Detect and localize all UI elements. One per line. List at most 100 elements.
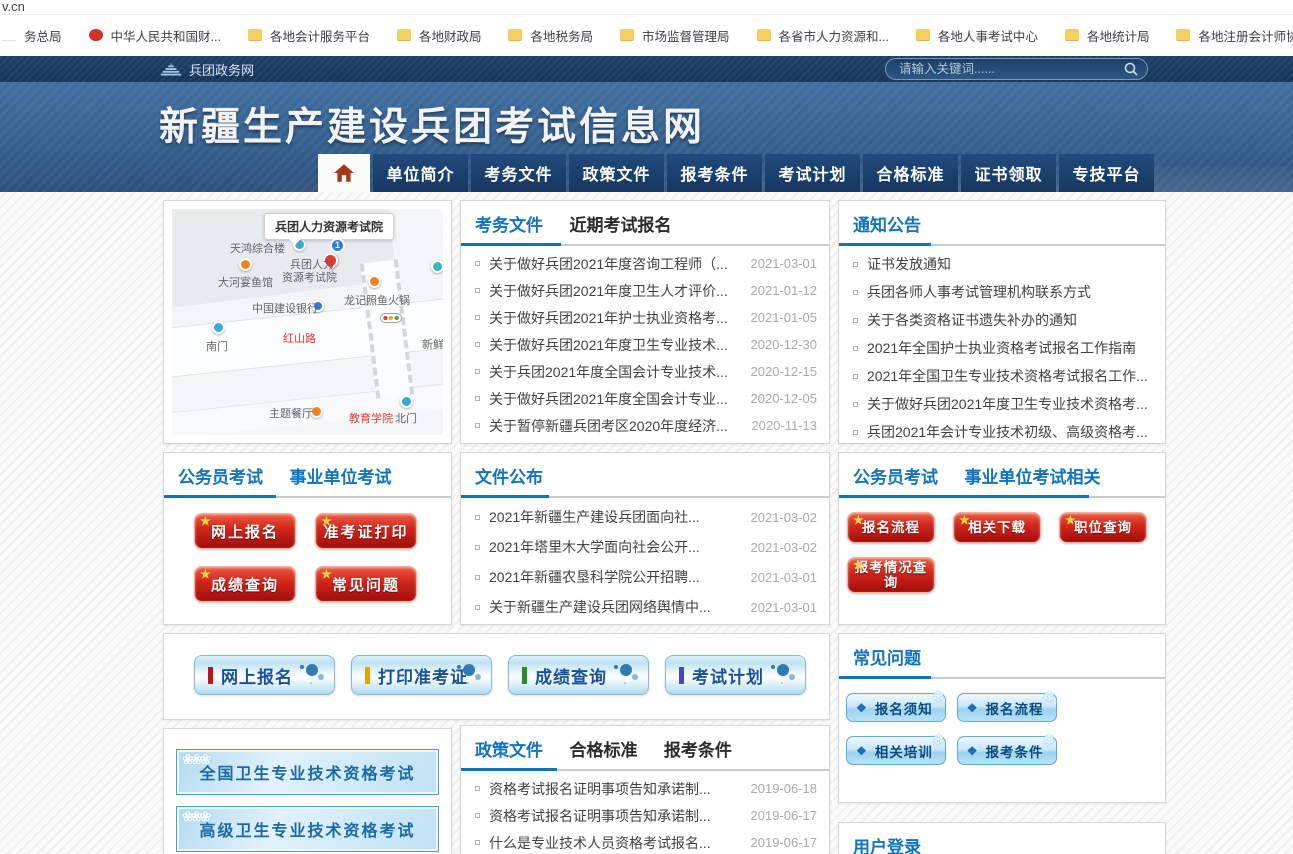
nav-tab[interactable]: 考务文件	[471, 154, 566, 192]
tab-application-requirements[interactable]: 报考条件	[664, 741, 732, 760]
red-action-button[interactable]: ★ 报名流程	[847, 512, 935, 543]
address-bar-fragment[interactable]: v.cn	[0, 0, 1293, 15]
quicklink-banner[interactable]: 考试计划	[665, 655, 806, 695]
news-item[interactable]: 关于做好兵团2021年度卫生人才评价... 2021-01-12	[461, 277, 829, 304]
search-input[interactable]	[899, 62, 1123, 76]
tab-exam-documents[interactable]: 考务文件	[475, 216, 543, 235]
faq-button[interactable]: ❖ 报考条件 ❄	[957, 736, 1057, 765]
tab-files-published[interactable]: 文件公布	[475, 468, 543, 487]
notice-item[interactable]: 证书发放通知	[839, 250, 1165, 278]
map-label: 天鸿综合楼	[230, 240, 285, 256]
policy-item[interactable]: 资格考试报名证明事项告知承诺制... 2019-06-17	[461, 802, 829, 829]
red-action-button[interactable]: ★ 准考证打印	[315, 513, 417, 549]
news-item[interactable]: 关于做好兵团2021年度全国会计专业... 2020-12-05	[461, 385, 829, 412]
tab-faq[interactable]: 常见问题	[853, 649, 921, 668]
tab-recent-registration[interactable]: 近期考试报名	[569, 216, 671, 235]
red-action-button[interactable]: ★ 常见问题	[315, 566, 417, 602]
tab-public-institution-related[interactable]: 事业单位考试相关	[964, 468, 1100, 487]
quicklink-banner[interactable]: 网上报名	[194, 655, 335, 695]
nav-home-tab[interactable]	[318, 154, 370, 192]
map-marker-icon[interactable]	[212, 321, 225, 334]
nav-tab[interactable]: 专技平台	[1059, 154, 1154, 192]
notice-item[interactable]: 兵团2021年会计专业技术初级、高级资格考...	[839, 418, 1165, 446]
browser-chrome: v.cn 务总局 中华人民共和国财... 各地会计服务平台 各地财政局	[0, 0, 1293, 56]
tab-civil-service-exam[interactable]: 公务员考试	[178, 468, 263, 487]
panel-header: 政策文件 合格标准 报考条件	[461, 726, 829, 771]
notice-item[interactable]: 关于各类资格证书遗失补办的通知	[839, 306, 1165, 334]
location-map[interactable]: 兵团人力资源考试院 1	[172, 209, 443, 435]
news-item[interactable]: 关于兵团2021年度全国会计专业技术... 2020-12-15	[461, 358, 829, 385]
health-banners: ❀❀❀ 全国卫生专业技术资格考试 ❀❀❀ 高级卫生专业技术资格考试	[164, 729, 451, 852]
map-marker-icon[interactable]	[431, 260, 443, 273]
bookmark-item[interactable]: 各地税务局	[508, 26, 593, 45]
button-label: 报名流程	[986, 698, 1044, 718]
portal-logo[interactable]: 兵团政务网	[160, 60, 254, 79]
quicklinks-panel: 网上报名 打印准考证 成绩查询 考试计划	[163, 633, 830, 720]
bookmark-item[interactable]: 各地注册会计师协会	[1176, 26, 1293, 45]
news-date: 2020-12-30	[751, 337, 818, 352]
notice-item[interactable]: 2021年全国护士执业资格考试报名工作指南	[839, 334, 1165, 362]
map-marker-icon[interactable]	[239, 258, 252, 271]
news-item[interactable]: 关于做好兵团2021年度咨询工程师（... 2021-03-01	[461, 250, 829, 277]
bookmark-folder-icon	[508, 29, 522, 41]
tab-pass-standards[interactable]: 合格标准	[569, 741, 637, 760]
news-list: 关于做好兵团2021年度咨询工程师（... 2021-03-01 关于做好兵团2…	[461, 246, 829, 439]
notice-item[interactable]: 兵团各师人事考试管理机构联系方式	[839, 278, 1165, 306]
red-action-button[interactable]: ★ 成绩查询	[194, 566, 296, 602]
button-label: 报名须知	[875, 698, 933, 718]
tab-policy-documents[interactable]: 政策文件	[475, 741, 543, 760]
tab-notices[interactable]: 通知公告	[853, 216, 921, 235]
bookmark-label: 各地统计局	[1087, 26, 1150, 45]
nav-tab[interactable]: 单位简介	[373, 154, 468, 192]
notice-item[interactable]: 2021年全国卫生专业技术资格考试报名工作...	[839, 362, 1165, 390]
nav-tab[interactable]: 考试计划	[765, 154, 860, 192]
policy-date: 2019-06-17	[751, 808, 818, 823]
faq-button[interactable]: ❖ 报名须知 ❄	[846, 693, 946, 722]
nav-tab[interactable]: 报考条件	[667, 154, 762, 192]
bookmark-item[interactable]: 各地人事考试中心	[916, 26, 1038, 45]
health-exam-banner[interactable]: ❀❀❀ 高级卫生专业技术资格考试	[176, 806, 439, 852]
red-action-button[interactable]: ★ 相关下载	[953, 512, 1041, 543]
bullet-icon	[853, 290, 858, 295]
map-panel: 兵团人力资源考试院 1	[163, 200, 452, 444]
file-item[interactable]: 关于新疆生产建设兵团网络舆情中... 2021-03-01	[461, 592, 829, 622]
tab-public-institution-exam[interactable]: 事业单位考试	[289, 468, 391, 487]
faq-button[interactable]: ❖ 相关培训 ❄	[846, 736, 946, 765]
policy-item[interactable]: 资格考试报名证明事项告知承诺制... 2019-06-18	[461, 775, 829, 802]
map-label: 龙记照鱼火锅	[344, 292, 410, 308]
notice-item[interactable]: 关于做好兵团2021年度卫生专业技术资格考...	[839, 390, 1165, 418]
red-action-button[interactable]: ★ 网上报名	[194, 513, 296, 549]
diamond-icon: ❖	[856, 701, 868, 715]
nav-tab[interactable]: 证书领取	[961, 154, 1056, 192]
nav-tab[interactable]: 合格标准	[863, 154, 958, 192]
tab-civil-service-exam[interactable]: 公务员考试	[853, 468, 938, 487]
bookmark-item[interactable]: 各地财政局	[397, 26, 482, 45]
faq-button[interactable]: ❖ 报名流程 ❄	[957, 693, 1057, 722]
map-label: 教育学院	[349, 410, 393, 426]
policy-item[interactable]: 什么是专业技术人员资格考试报名... 2019-06-17	[461, 829, 829, 854]
bookmark-item[interactable]: 市场监督管理局	[620, 26, 730, 45]
tab-user-login[interactable]: 用户登录	[853, 838, 921, 854]
file-item[interactable]: 2021年新疆农垦科学院公开招聘... 2021-03-01	[461, 562, 829, 592]
bookmark-item[interactable]: 各地统计局	[1065, 26, 1150, 45]
red-action-button[interactable]: ★ 报考情况查询	[847, 557, 935, 593]
map-marker-icon[interactable]	[400, 395, 413, 408]
quicklink-banner[interactable]: 成绩查询	[508, 655, 649, 695]
file-item[interactable]: 2021年新疆生产建设兵团面向社... 2021-03-02	[461, 502, 829, 532]
bubbles-decoration-icon	[306, 664, 318, 676]
news-item[interactable]: 关于做好兵团2021年护士执业资格考... 2021-01-05	[461, 304, 829, 331]
bookmark-item[interactable]: 各地会计服务平台	[248, 26, 370, 45]
bookmark-item[interactable]: 中华人民共和国财...	[89, 26, 221, 45]
bookmark-item[interactable]: 务总局	[2, 26, 62, 45]
nav-tab[interactable]: 政策文件	[569, 154, 664, 192]
search-icon[interactable]	[1123, 61, 1139, 77]
map-marker-icon[interactable]	[368, 275, 381, 288]
quicklink-banner[interactable]: 打印准考证	[351, 655, 492, 695]
health-exam-banner[interactable]: ❀❀❀ 全国卫生专业技术资格考试	[176, 749, 439, 795]
file-item[interactable]: 2021年塔里木大学面向社会公开... 2021-03-02	[461, 532, 829, 562]
red-action-button[interactable]: ★ 职位查询	[1059, 512, 1147, 543]
policy-date: 2019-06-17	[751, 835, 818, 850]
news-item[interactable]: 关于暂停新疆兵团考区2020年度经济... 2020-11-13	[461, 412, 829, 439]
news-item[interactable]: 关于做好兵团2021年度卫生专业技术... 2020-12-30	[461, 331, 829, 358]
bookmark-item[interactable]: 各省市人力资源和...	[757, 26, 889, 45]
